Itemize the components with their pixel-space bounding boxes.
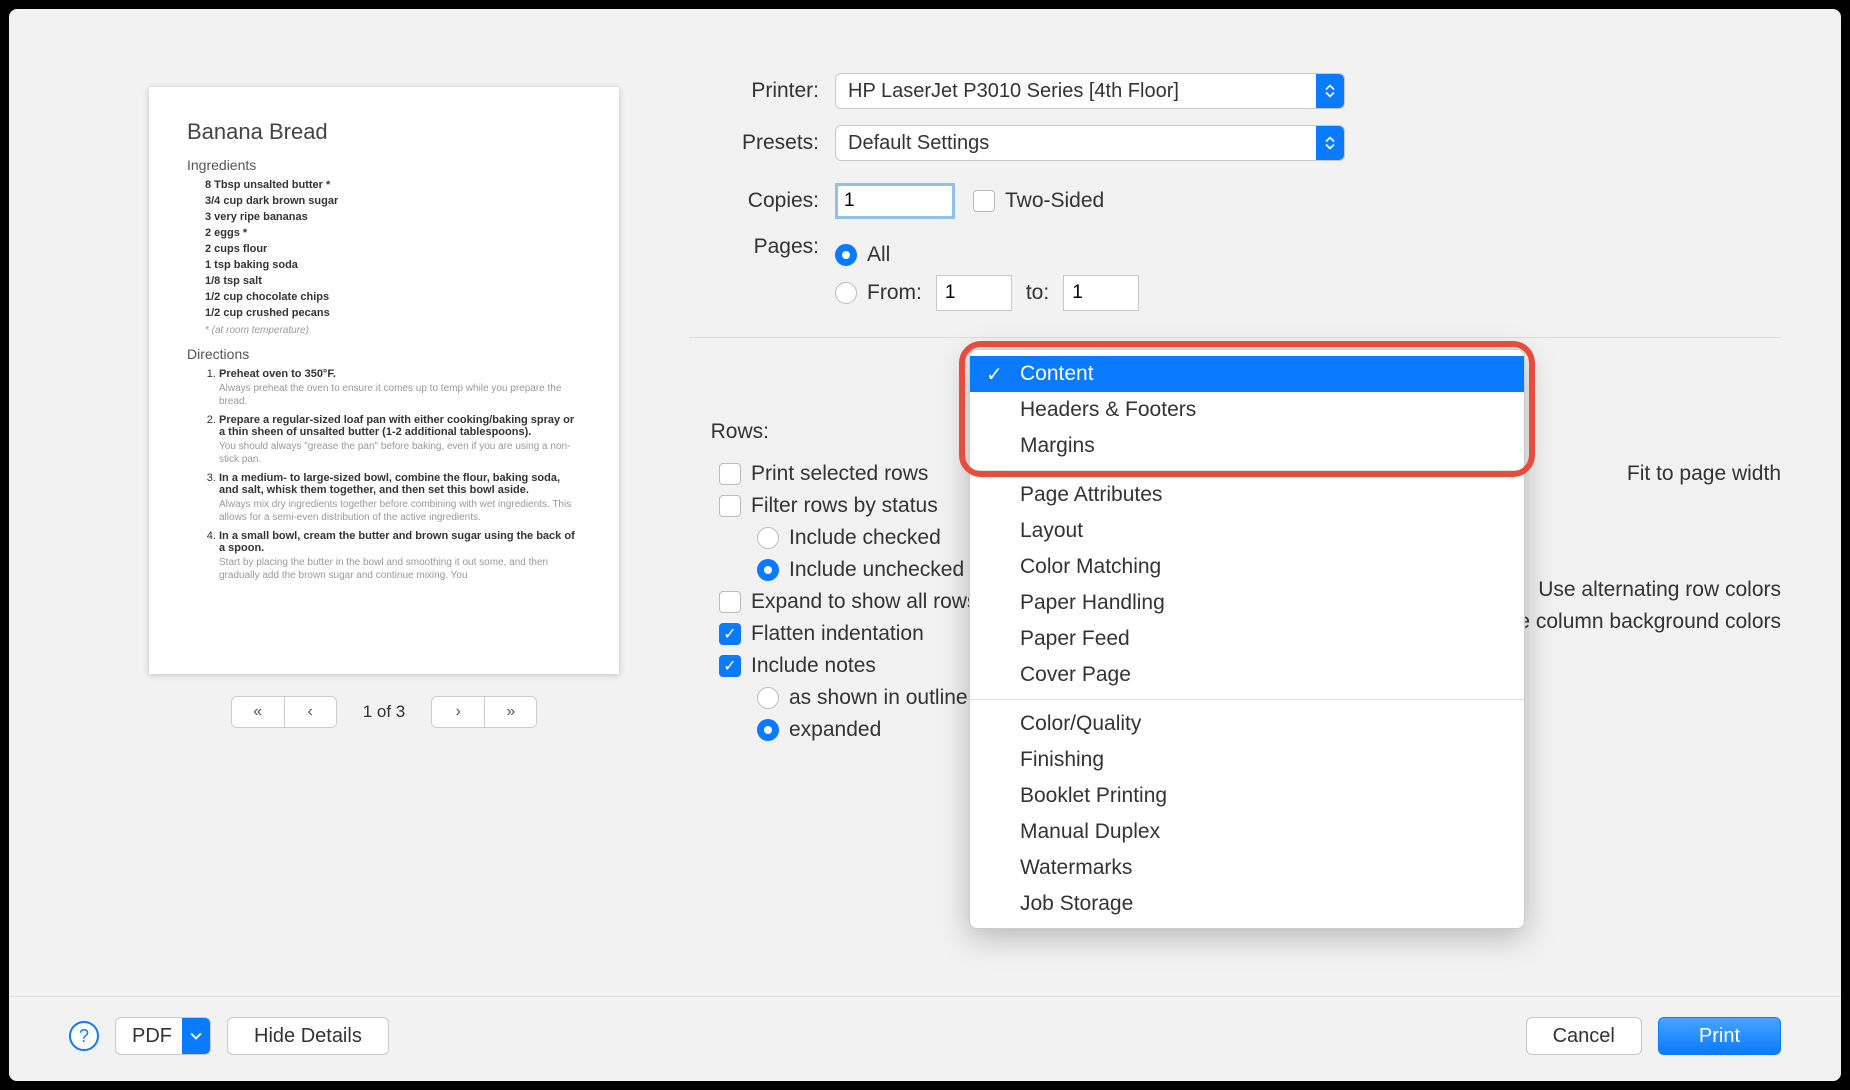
help-button[interactable]: ? [69,1021,99,1051]
updown-icon [1316,74,1344,108]
expand-checkbox[interactable] [719,591,741,613]
include-notes-checkbox[interactable]: ✓ [719,655,741,677]
next-page-button[interactable]: › [432,697,484,727]
notes-as-shown-radio[interactable] [757,687,779,709]
include-unchecked-radio[interactable] [757,559,779,581]
flatten-checkbox[interactable]: ✓ [719,623,741,645]
doc-title: Banana Bread [187,119,581,145]
divider [689,337,1781,338]
menu-separator [970,699,1524,700]
directions-header: Directions [187,346,581,362]
print-button[interactable]: Print [1658,1017,1781,1055]
page-preview: Banana Bread Ingredients 8 Tbsp unsalted… [149,87,619,674]
pages-label: Pages: [689,235,819,259]
chevron-down-icon [182,1018,210,1054]
menu-item-job-storage[interactable]: Job Storage [970,886,1524,922]
hide-details-button[interactable]: Hide Details [227,1017,389,1055]
menu-item-manual-duplex[interactable]: Manual Duplex [970,814,1524,850]
pages-to-input[interactable] [1063,275,1139,311]
menu-item-booklet-printing[interactable]: Booklet Printing [970,778,1524,814]
presets-select[interactable]: Default Settings [835,125,1345,161]
updown-icon [1316,126,1344,160]
copies-label: Copies: [689,189,819,213]
pages-range-radio[interactable] [835,282,857,304]
menu-separator [970,470,1524,471]
print-dialog: Banana Bread Ingredients 8 Tbsp unsalted… [9,9,1841,1081]
last-page-button[interactable]: » [484,697,536,727]
presets-label: Presets: [689,131,819,155]
notes-expanded-radio[interactable] [757,719,779,741]
menu-item-page-attributes[interactable]: Page Attributes [970,477,1524,513]
menu-item-paper-feed[interactable]: Paper Feed [970,621,1524,657]
include-checked-radio[interactable] [757,527,779,549]
menu-item-cover-page[interactable]: Cover Page [970,657,1524,693]
menu-item-headers-footers[interactable]: Headers & Footers [970,392,1524,428]
pdf-dropdown[interactable]: PDF [115,1017,211,1055]
menu-item-margins[interactable]: Margins [970,428,1524,464]
menu-item-finishing[interactable]: Finishing [970,742,1524,778]
ingredients-header: Ingredients [187,157,581,173]
menu-item-paper-handling[interactable]: Paper Handling [970,585,1524,621]
menu-item-color-matching[interactable]: Color Matching [970,549,1524,585]
section-dropdown-menu[interactable]: Content Headers & Footers Margins Page A… [969,349,1525,929]
two-sided-checkbox[interactable] [973,190,995,212]
prev-page-button[interactable]: ‹ [284,697,336,727]
two-sided-label: Two-Sided [1005,189,1104,213]
preview-nav: « ‹ 1 of 3 › » [149,696,619,728]
print-selected-checkbox[interactable] [719,463,741,485]
page-indicator: 1 of 3 [363,702,406,722]
cancel-button[interactable]: Cancel [1526,1017,1642,1055]
pages-all-radio[interactable] [835,244,857,266]
printer-label: Printer: [689,79,819,103]
print-preview-area: Banana Bread Ingredients 8 Tbsp unsalted… [149,87,619,728]
menu-item-watermarks[interactable]: Watermarks [970,850,1524,886]
menu-item-color-quality[interactable]: Color/Quality [970,706,1524,742]
menu-item-layout[interactable]: Layout [970,513,1524,549]
first-page-button[interactable]: « [232,697,284,727]
printer-select[interactable]: HP LaserJet P3010 Series [4th Floor] [835,73,1345,109]
pages-from-input[interactable] [936,275,1012,311]
menu-item-content[interactable]: Content [970,356,1524,392]
copies-input[interactable] [835,183,955,219]
dialog-footer: ? PDF Hide Details Cancel Print [9,996,1841,1081]
rows-label: Rows: [689,420,769,444]
filter-rows-checkbox[interactable] [719,495,741,517]
